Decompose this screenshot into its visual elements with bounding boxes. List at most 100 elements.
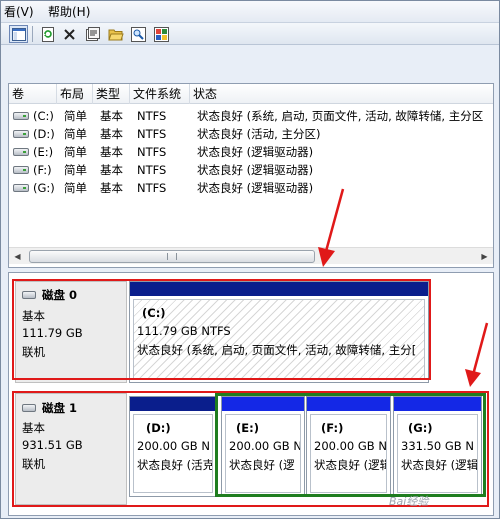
column-type[interactable]: 类型 [93, 84, 130, 104]
partition-body: (C:) 111.79 GB NTFS 状态良好 (系统, 启动, 页面文件, … [133, 299, 425, 379]
partition-name: (F:) [321, 421, 344, 435]
partition-c[interactable]: (C:) 111.79 GB NTFS 状态良好 (系统, 启动, 页面文件, … [129, 281, 429, 383]
partition-body: (F:) 200.00 GB N 状态良好 (逻辑 [310, 414, 387, 493]
partition-f[interactable]: (F:) 200.00 GB N 状态良好 (逻辑 [306, 396, 391, 497]
disk-1-label[interactable]: 磁盘 1 基本 931.51 GB 联机 [15, 393, 127, 505]
disk-graphical-view: 磁盘 0 基本 111.79 GB 联机 (C:) 111.79 GB NTFS… [8, 272, 494, 516]
table-row[interactable]: (E:) 简单 基本 NTFS 状态良好 (逻辑驱动器) [9, 143, 493, 161]
volume-type: 基本 [100, 163, 123, 177]
scroll-right-icon[interactable]: ▶ [476, 248, 493, 265]
disk-0-label[interactable]: 磁盘 0 基本 111.79 GB 联机 [15, 281, 127, 383]
help-icon [154, 26, 169, 42]
volume-status: 状态良好 (逻辑驱动器) [197, 163, 314, 177]
volume-type: 基本 [100, 127, 123, 141]
volume-name: (F:) [33, 163, 52, 177]
volume-filesystem: NTFS [137, 127, 167, 141]
console-tree-icon [11, 27, 26, 41]
drive-icon [13, 184, 29, 192]
menu-help[interactable]: 帮助(H) [45, 1, 93, 23]
close-icon [64, 28, 75, 40]
table-row[interactable]: (F:) 简单 基本 NTFS 状态良好 (逻辑驱动器) [9, 161, 493, 179]
volume-layout: 简单 [64, 145, 87, 159]
drive-icon [13, 166, 29, 174]
volume-name: (D:) [33, 127, 55, 141]
console-tree-button[interactable] [9, 25, 28, 43]
explore-button[interactable] [129, 25, 148, 43]
disk-title: 磁盘 0 [42, 288, 78, 302]
drive-icon [13, 130, 29, 138]
volume-list: 卷 布局 类型 文件系统 状态 (C:) 简单 基本 NTFS 状态良好 (系统… [8, 83, 494, 268]
volume-filesystem: NTFS [137, 163, 167, 177]
scroll-left-icon[interactable]: ◀ [9, 248, 26, 265]
properties-icon [86, 26, 100, 41]
disk-title: 磁盘 1 [42, 401, 78, 415]
folder-open-icon [107, 29, 124, 41]
volume-filesystem: NTFS [137, 109, 167, 123]
column-filesystem[interactable]: 文件系统 [130, 84, 190, 104]
partition-status: 状态良好 (逻 [229, 458, 295, 472]
partition-bar [394, 397, 481, 411]
partition-status: 状态良好 (逻辑 [401, 458, 478, 472]
partition-e[interactable]: (E:) 200.00 GB N 状态良好 (逻 [221, 396, 305, 497]
table-row[interactable]: (C:) 简单 基本 NTFS 状态良好 (系统, 启动, 页面文件, 活动, … [9, 107, 493, 125]
open-button[interactable] [106, 25, 125, 43]
disk-status: 联机 [22, 345, 45, 359]
properties-button[interactable] [83, 25, 102, 43]
partition-name: (C:) [142, 306, 166, 320]
volume-layout: 简单 [64, 109, 87, 123]
partition-body: (G:) 331.50 GB N 状态良好 (逻辑 [397, 414, 478, 493]
disk-icon [22, 404, 36, 412]
table-row[interactable]: (D:) 简单 基本 NTFS 状态良好 (活动, 主分区) [9, 125, 493, 143]
refresh-icon [41, 26, 54, 42]
disk-size: 111.79 GB [22, 326, 83, 340]
volume-type: 基本 [100, 145, 123, 159]
delete-button[interactable] [60, 25, 79, 43]
partition-size: 331.50 GB N [401, 439, 474, 453]
menu-bar: 看(V) 帮助(H) [1, 1, 499, 23]
partition-size: 111.79 GB NTFS [137, 324, 231, 338]
disk-management-window: 看(V) 帮助(H) 卷 布局 类型 文件系统 状态 (C:) 简单 基本 NT… [0, 0, 500, 519]
volume-name: (C:) [33, 109, 54, 123]
volume-type: 基本 [100, 109, 123, 123]
disk-type: 基本 [22, 421, 45, 435]
refresh-button[interactable] [38, 25, 57, 43]
disk-size: 931.51 GB [22, 438, 83, 452]
partition-status: 状态良好 (系统, 启动, 页面文件, 活动, 故障转储, 主分[ [137, 343, 417, 357]
help-button[interactable] [152, 25, 171, 43]
volume-filesystem: NTFS [137, 145, 167, 159]
volume-layout: 简单 [64, 127, 87, 141]
column-layout[interactable]: 布局 [57, 84, 93, 104]
partition-g[interactable]: (G:) 331.50 GB N 状态良好 (逻辑 [393, 396, 482, 497]
volume-filesystem: NTFS [137, 181, 167, 195]
partition-bar [307, 397, 390, 411]
partition-status: 状态良好 (逻辑 [314, 458, 387, 472]
volume-status: 状态良好 (逻辑驱动器) [197, 145, 314, 159]
volume-status: 状态良好 (活动, 主分区) [197, 127, 321, 141]
toolbar-separator [32, 26, 33, 42]
menu-view[interactable]: 看(V) [1, 1, 37, 23]
volume-layout: 简单 [64, 181, 87, 195]
column-status[interactable]: 状态 [190, 84, 493, 104]
volume-type: 基本 [100, 181, 123, 195]
volume-list-header: 卷 布局 类型 文件系统 状态 [9, 84, 493, 104]
column-volume[interactable]: 卷 [9, 84, 57, 104]
partition-bar [222, 397, 304, 411]
volume-status: 状态良好 (系统, 启动, 页面文件, 活动, 故障转储, 主分区 [197, 109, 484, 123]
disk-type: 基本 [22, 309, 45, 323]
partition-size: 200.00 GB N [229, 439, 301, 453]
partition-size: 200.00 GB N [314, 439, 387, 453]
horizontal-scrollbar[interactable]: ◀ ▶ [9, 247, 493, 264]
partition-size: 200.00 GB N [137, 439, 210, 453]
table-row[interactable]: (G:) 简单 基本 NTFS 状态良好 (逻辑驱动器) [9, 179, 493, 197]
partition-name: (E:) [236, 421, 259, 435]
drive-icon [13, 148, 29, 156]
disk-icon [22, 291, 36, 299]
partition-d[interactable]: (D:) 200.00 GB N 状态良好 (活克 [129, 396, 217, 497]
watermark: Bai经验 [389, 495, 429, 508]
partition-bar [130, 397, 216, 411]
partition-body: (D:) 200.00 GB N 状态良好 (活克 [133, 414, 213, 493]
volume-layout: 简单 [64, 163, 87, 177]
scrollbar-thumb[interactable] [29, 250, 315, 263]
drive-icon [13, 112, 29, 120]
partition-body: (E:) 200.00 GB N 状态良好 (逻 [225, 414, 301, 493]
